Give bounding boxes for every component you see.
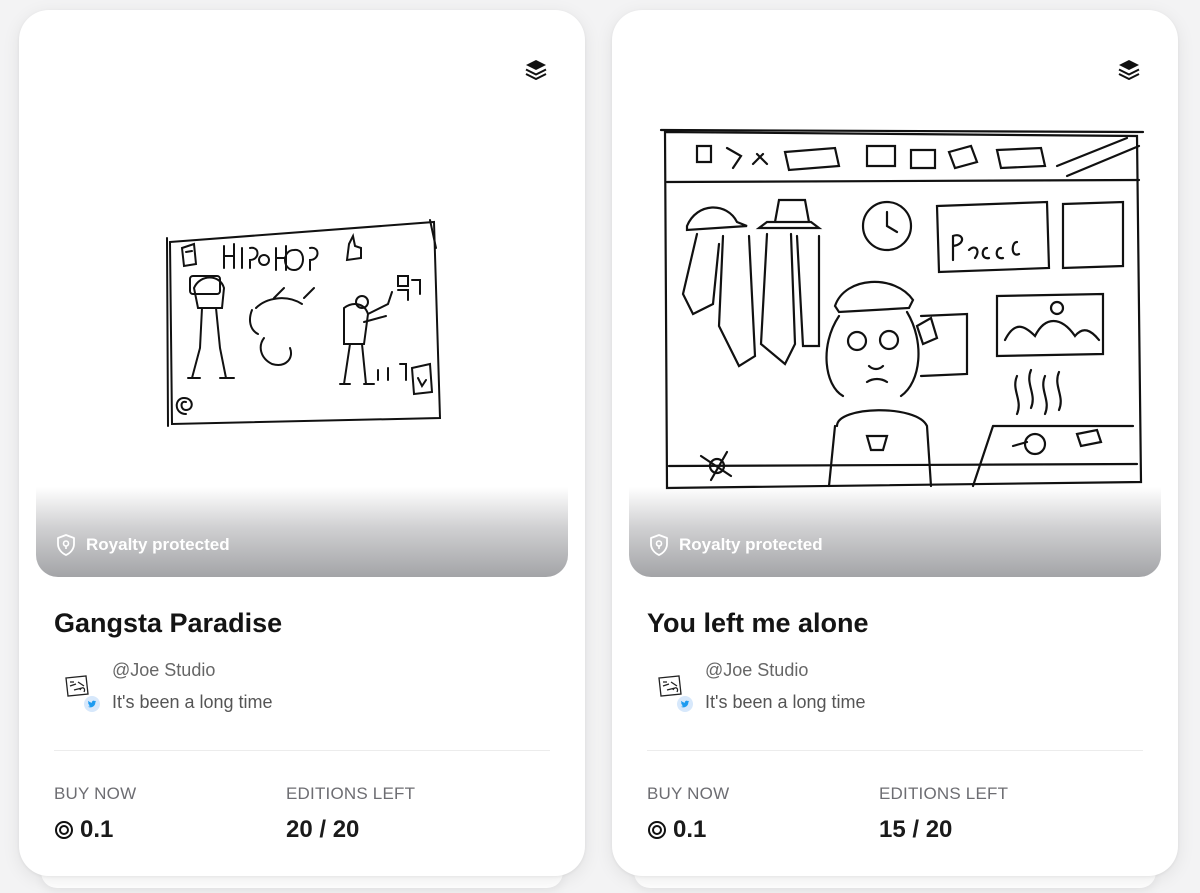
- image-gradient: [36, 487, 568, 577]
- editions-value: 15 / 20: [879, 816, 953, 843]
- artwork-image: [659, 128, 1145, 490]
- editions-left-label: EDITIONS LEFT: [286, 784, 416, 803]
- price[interactable]: 0.1: [647, 816, 706, 844]
- creator-bio: It's been a long time: [705, 692, 866, 712]
- creator-info[interactable]: @Joe Studio It's been a long time: [54, 660, 354, 730]
- tezos-coin-icon: [648, 821, 666, 839]
- shield-icon: [57, 534, 75, 556]
- royalty-badge: Royalty protected: [54, 533, 230, 557]
- twitter-icon: [677, 696, 693, 712]
- creator-handle[interactable]: @Joe Studio: [112, 660, 215, 681]
- creator-info[interactable]: @Joe Studio It's been a long time: [647, 660, 947, 730]
- artwork-preview[interactable]: Royalty protected: [36, 28, 568, 577]
- artwork-image: [166, 219, 442, 427]
- royalty-badge: Royalty protected: [647, 533, 823, 557]
- shield-icon: [650, 534, 668, 556]
- royalty-label: Royalty protected: [86, 535, 230, 554]
- divider: [54, 750, 550, 751]
- creator-handle[interactable]: @Joe Studio: [705, 660, 808, 681]
- tezos-coin-icon: [55, 821, 73, 839]
- price[interactable]: 0.1: [54, 816, 113, 844]
- avatar: [658, 675, 682, 697]
- avatar: [65, 675, 89, 697]
- layers-icon[interactable]: [524, 58, 548, 82]
- layers-icon[interactable]: [1117, 58, 1141, 82]
- twitter-icon: [84, 696, 100, 712]
- editions-value: 20 / 20: [286, 816, 360, 843]
- creator-bio: It's been a long time: [112, 692, 273, 712]
- divider: [647, 750, 1143, 751]
- artwork-preview[interactable]: Royalty protected: [629, 28, 1161, 577]
- editions-left-label: EDITIONS LEFT: [879, 784, 1009, 803]
- nft-card[interactable]: Royalty protected Gangsta Paradise @Joe …: [19, 10, 585, 888]
- price-value: 0.1: [80, 816, 114, 843]
- buy-now-label: BUY NOW: [54, 784, 137, 803]
- buy-now-label: BUY NOW: [647, 784, 730, 803]
- artwork-title[interactable]: You left me alone: [647, 608, 869, 639]
- royalty-label: Royalty protected: [679, 535, 823, 554]
- image-gradient: [629, 487, 1161, 577]
- price-value: 0.1: [673, 816, 707, 843]
- nft-card[interactable]: Royalty protected You left me alone @Joe…: [612, 10, 1178, 888]
- artwork-title[interactable]: Gangsta Paradise: [54, 608, 282, 639]
